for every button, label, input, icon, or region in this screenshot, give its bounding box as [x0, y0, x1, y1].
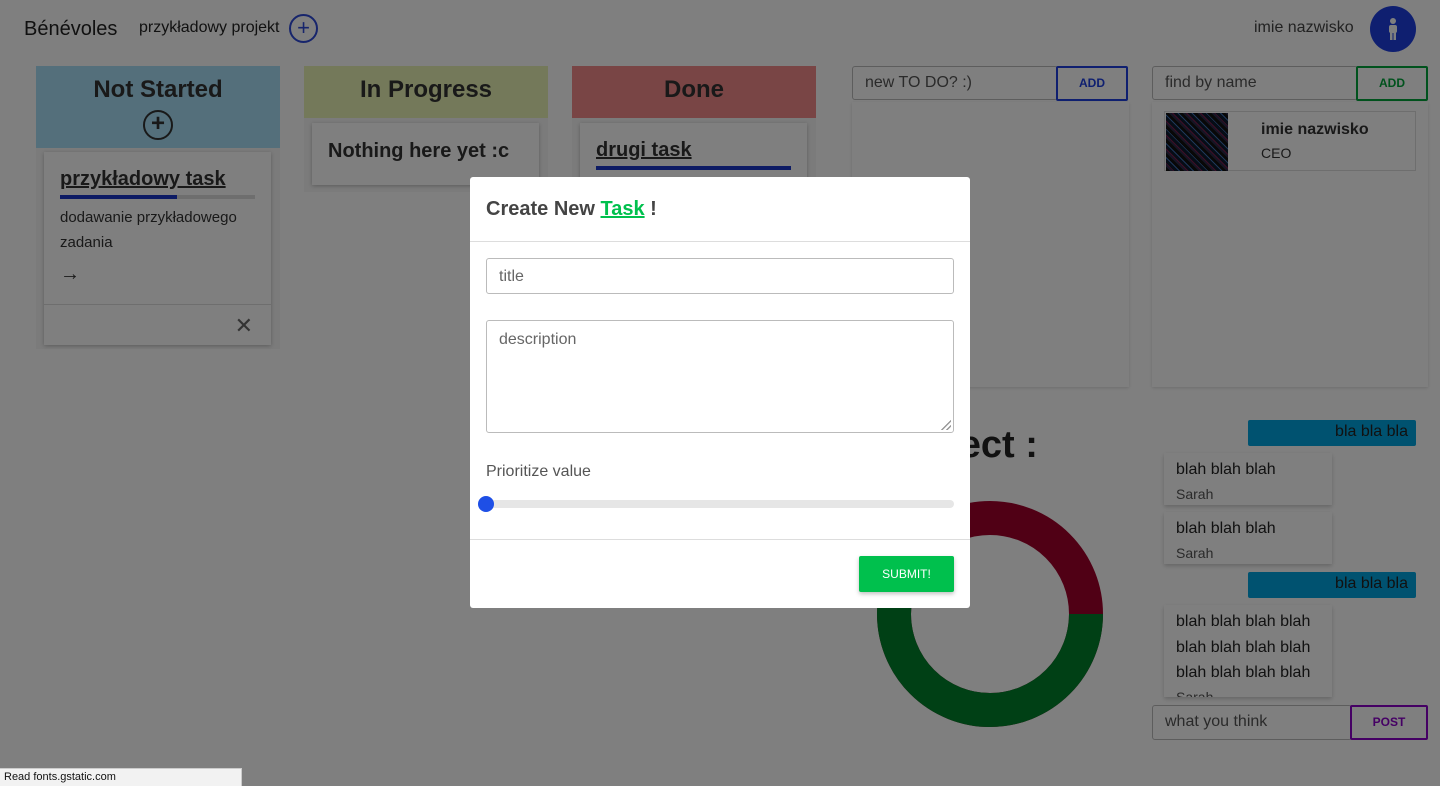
priority-slider[interactable]	[478, 496, 954, 512]
modal-title-suffix: !	[644, 198, 657, 220]
resize-handle-icon[interactable]	[941, 420, 951, 430]
modal-title-prefix: Create New	[486, 198, 601, 220]
modal-title: Create New Task !	[470, 177, 970, 242]
task-description-placeholder: description	[499, 331, 577, 348]
modal-footer: SUBMIT!	[470, 539, 970, 608]
submit-button[interactable]: SUBMIT!	[859, 556, 954, 592]
priority-label: Prioritize value	[486, 463, 591, 480]
create-task-modal: Create New Task ! title description Prio…	[470, 177, 970, 608]
modal-title-accent: Task	[600, 198, 645, 220]
task-title-input[interactable]: title	[486, 258, 954, 294]
status-bar: Read fonts.gstatic.com	[0, 768, 242, 786]
priority-slider-thumb[interactable]	[478, 496, 494, 512]
task-description-input[interactable]: description	[486, 320, 954, 433]
